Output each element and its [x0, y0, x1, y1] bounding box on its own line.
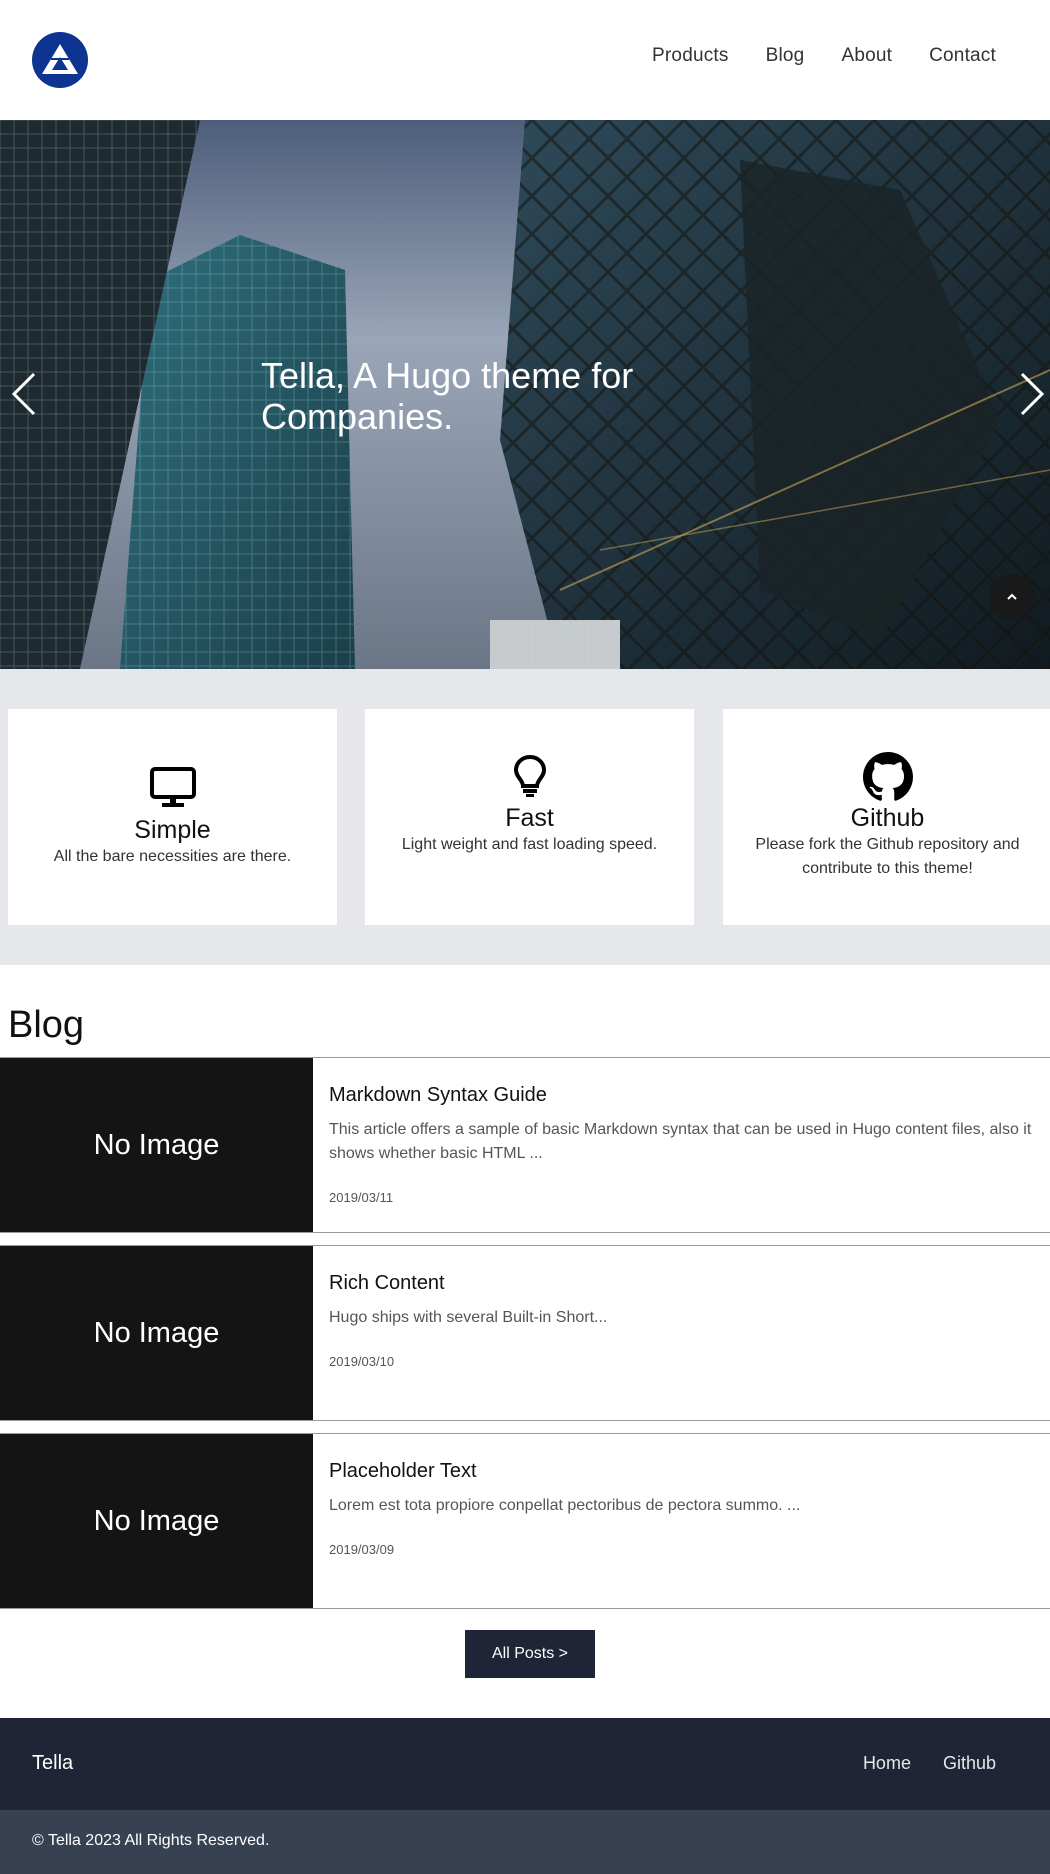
blog-post-item[interactable]: No Image Markdown Syntax Guide This arti… — [0, 1057, 1050, 1233]
github-icon — [723, 752, 1050, 802]
site-footer: Tella Home Github — [0, 1718, 1050, 1810]
footer-link-home[interactable]: Home — [863, 1753, 911, 1774]
monitor-icon — [8, 767, 337, 809]
nav-contact[interactable]: Contact — [929, 45, 996, 67]
main-nav: Products Blog About Contact — [615, 45, 996, 67]
feature-text: Light weight and fast loading speed. — [401, 836, 658, 853]
feature-card-github: Github Please fork the Github repository… — [723, 709, 1050, 925]
post-thumbnail[interactable]: No Image — [0, 1434, 313, 1608]
post-thumbnail[interactable]: No Image — [0, 1058, 313, 1232]
post-title[interactable]: Placeholder Text — [329, 1460, 477, 1483]
feature-title: Github — [850, 804, 925, 832]
feature-text: Please fork the Github repository and co… — [755, 836, 1020, 877]
feature-card-fast: Fast Light weight and fast loading speed… — [365, 709, 694, 925]
all-posts-button[interactable]: All Posts > — [465, 1630, 595, 1678]
feature-title: Simple — [134, 816, 211, 844]
post-thumbnail[interactable]: No Image — [0, 1246, 313, 1420]
carousel-prev-chevron-icon[interactable] — [8, 370, 40, 418]
hero-title: Tella, A Hugo theme for Companies. — [261, 355, 634, 437]
footer-links: Home Github — [831, 1753, 996, 1774]
triangle-logo-icon — [42, 44, 78, 74]
post-excerpt: Hugo ships with several Built-in Short..… — [329, 1309, 608, 1326]
logo[interactable] — [32, 32, 88, 88]
post-title[interactable]: Rich Content — [329, 1272, 445, 1295]
feature-text: All the bare necessities are there. — [53, 848, 292, 865]
hero-carousel: Tella, A Hugo theme for Companies. — [0, 120, 1050, 669]
post-title[interactable]: Markdown Syntax Guide — [329, 1084, 547, 1107]
blog-post-item[interactable]: No Image Placeholder Text Lorem est tota… — [0, 1433, 1050, 1609]
site-header: Products Blog About Contact — [0, 0, 1050, 120]
feature-title: Fast — [505, 804, 554, 832]
blog-heading: Blog — [8, 1004, 85, 1046]
scroll-to-top-button[interactable] — [989, 574, 1035, 620]
post-date: 2019/03/10 — [329, 1354, 395, 1369]
nav-blog[interactable]: Blog — [766, 45, 805, 67]
post-excerpt: Lorem est tota propiore conpellat pector… — [329, 1497, 801, 1514]
copyright-bar: © Tella 2023 All Rights Reserved. — [0, 1810, 1050, 1874]
nav-products[interactable]: Products — [652, 45, 729, 67]
footer-link-github[interactable]: Github — [943, 1753, 996, 1774]
feature-card-simple: Simple All the bare necessities are ther… — [8, 709, 337, 925]
carousel-next-chevron-icon[interactable] — [1016, 370, 1048, 418]
chevron-up-icon — [1007, 593, 1017, 600]
footer-brand[interactable]: Tella — [32, 1752, 73, 1775]
post-excerpt: This article offers a sample of basic Ma… — [329, 1121, 1032, 1162]
post-date: 2019/03/09 — [329, 1542, 395, 1557]
blog-post-item[interactable]: No Image Rich Content Hugo ships with se… — [0, 1245, 1050, 1421]
features-section: Simple All the bare necessities are ther… — [0, 669, 1050, 965]
copyright-text: © Tella 2023 All Rights Reserved. — [32, 1832, 270, 1849]
lightbulb-icon — [365, 754, 694, 798]
post-date: 2019/03/11 — [329, 1190, 394, 1205]
nav-about[interactable]: About — [841, 45, 892, 67]
